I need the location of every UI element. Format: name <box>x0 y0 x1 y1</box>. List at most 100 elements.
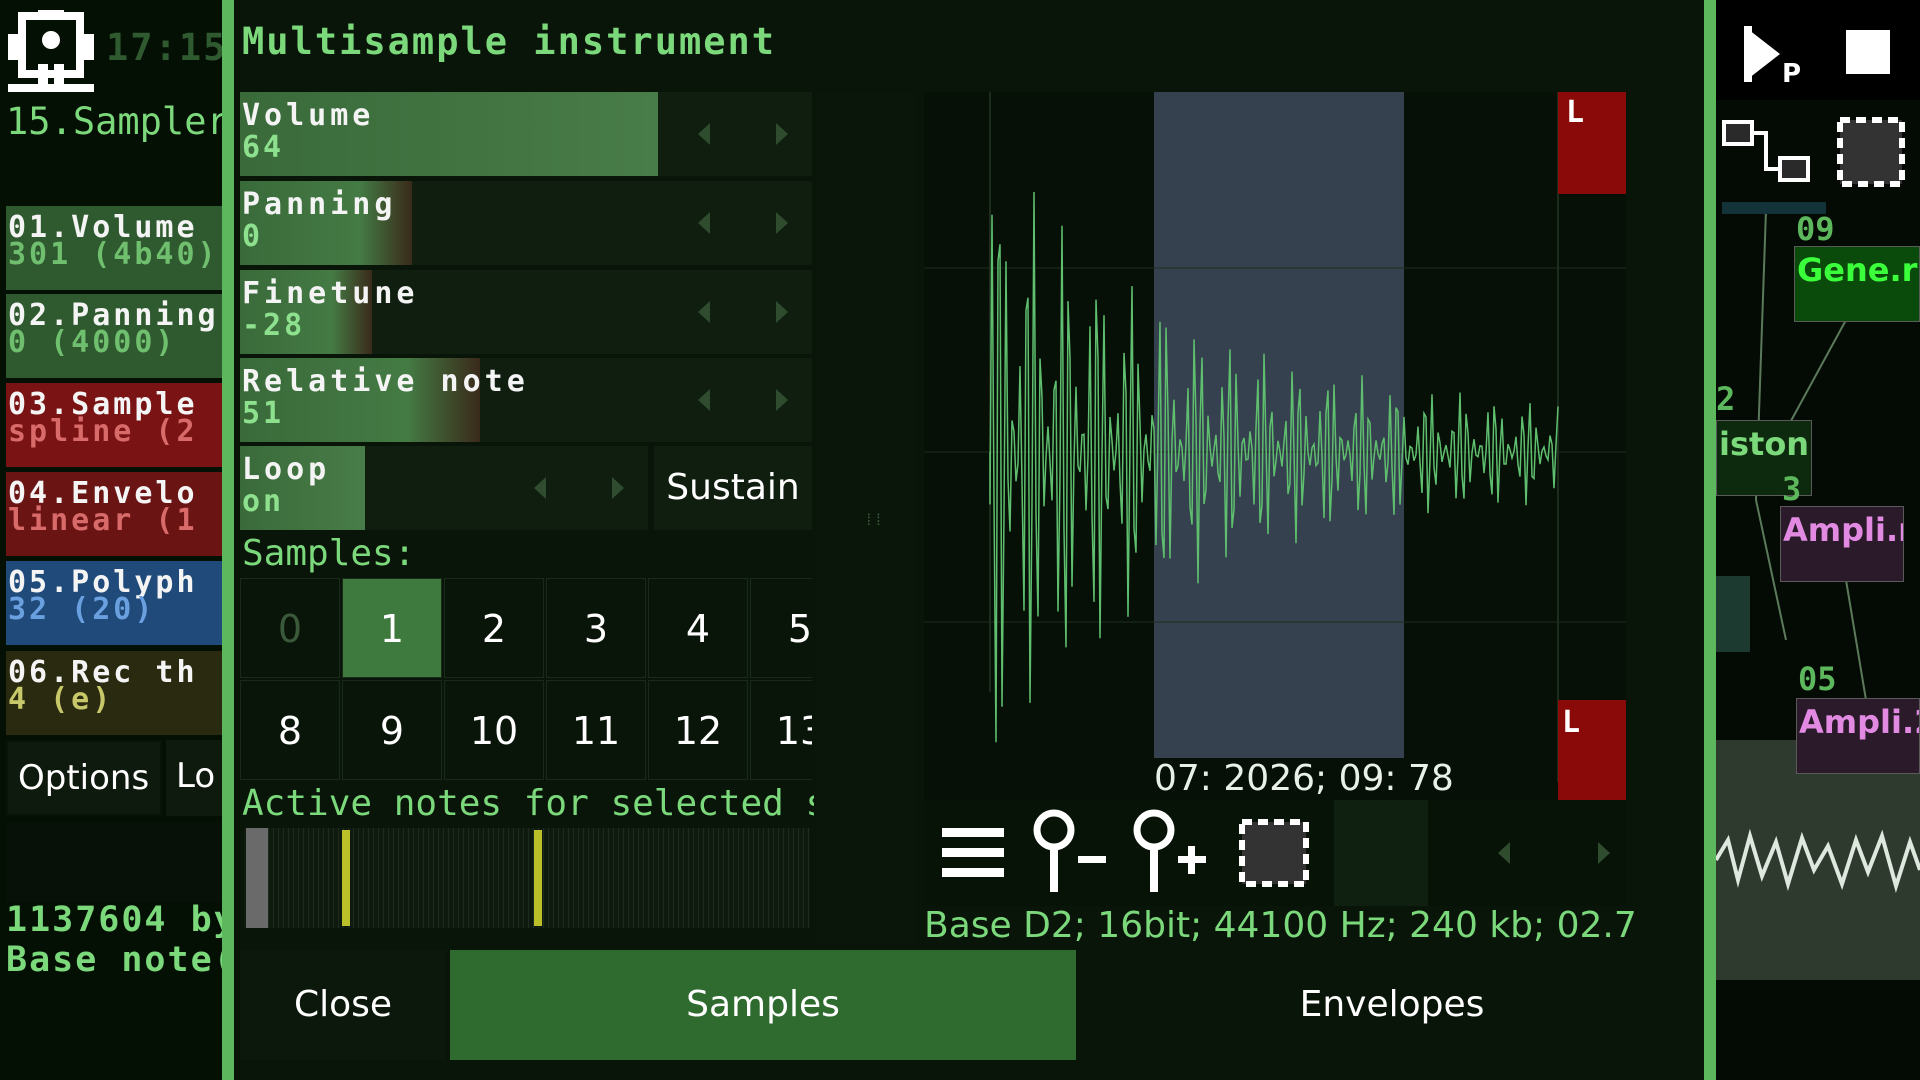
keyboard-scroll-marker <box>246 828 268 928</box>
increase-arrow-icon[interactable] <box>776 301 788 323</box>
zoom-in-icon[interactable] <box>1124 800 1224 906</box>
sample-grid: 0123458910111213 <box>240 578 812 782</box>
tab-samples[interactable]: Samples <box>450 950 1076 1060</box>
sample-info: Base D2; 16bit; 44100 Hz; 240 kb; 02.7 <box>924 905 1637 946</box>
param-value: 64 <box>242 130 285 165</box>
module-name[interactable]: 15.Sampler <box>6 100 222 143</box>
active-notes-keyboard[interactable] <box>244 828 810 928</box>
sample-slot[interactable]: 9 <box>342 680 442 780</box>
app-logo-icon[interactable] <box>8 10 94 94</box>
param-value: 0 <box>242 219 264 254</box>
module-info-size: 1137604 by <box>6 900 222 940</box>
zoom-out-icon[interactable] <box>1024 800 1124 906</box>
decrease-arrow-icon[interactable] <box>698 389 710 411</box>
param-value: -28 <box>242 308 306 343</box>
active-note-marker <box>534 830 542 926</box>
play-pattern-icon[interactable]: P <box>1740 20 1810 90</box>
module-node[interactable]: Ampli.r <box>1780 506 1904 582</box>
options-button[interactable]: Options <box>6 740 162 816</box>
controller-1[interactable]: 01.Volume 301 (4b40) <box>6 206 222 290</box>
dialog-title: Multisample instrument <box>242 20 777 63</box>
close-button[interactable]: Close <box>240 950 446 1060</box>
controller-value: 32 (20) <box>8 592 156 627</box>
sample-slot[interactable]: 0 <box>240 578 340 678</box>
param-label: Relative note <box>242 364 529 399</box>
controller-value: 0 (4000) <box>8 325 177 360</box>
param-label: Finetune <box>242 276 419 311</box>
controller-value: 4 (e) <box>8 682 114 717</box>
selection-readout: 07: 2026; 09: 78 <box>1154 758 1454 799</box>
loop-marker-bottom-label: L <box>1562 705 1580 740</box>
module-info-basenote: Base note(s <box>6 940 222 980</box>
active-note-marker <box>342 830 350 926</box>
sustain-button[interactable]: Sustain <box>654 446 812 530</box>
tab-envelopes[interactable]: Envelopes <box>1080 950 1704 1060</box>
relative-note-slider[interactable]: Relative note 51 <box>240 358 812 442</box>
sample-slot[interactable]: 13 <box>750 680 812 780</box>
loop-control[interactable]: Loop on <box>240 446 648 530</box>
loop-label: Loop <box>242 452 331 487</box>
active-notes-label: Active notes for selected sam <box>242 783 814 824</box>
node-label: Ampli.2 <box>1799 703 1919 741</box>
empty-slot <box>6 822 222 902</box>
node-label: Ampli.r <box>1783 511 1904 549</box>
loop-left-arrow-icon[interactable] <box>534 477 546 499</box>
sample-slot[interactable]: 5 <box>750 578 812 678</box>
controller-6[interactable]: 06.Rec th 4 (e) <box>6 651 222 735</box>
increase-arrow-icon[interactable] <box>776 123 788 145</box>
increase-arrow-icon[interactable] <box>776 212 788 234</box>
sample-slot[interactable]: 11 <box>546 680 646 780</box>
node-number: 3 <box>1782 470 1802 508</box>
controller-value: linear (1 <box>8 503 198 538</box>
sample-slot[interactable]: 8 <box>240 680 340 780</box>
loop-value: on <box>242 484 285 519</box>
multisample-dialog: Multisample instrument Volume 64 Panning 0 F… <box>234 0 1704 1080</box>
sample-slot[interactable]: 1 <box>342 578 442 678</box>
waveform-view[interactable]: L L <box>924 92 1626 802</box>
sample-slot[interactable]: 2 <box>444 578 544 678</box>
module-node[interactable]: Ampli.2 <box>1796 698 1920 774</box>
splitter-handle-icon[interactable]: ⁞⁞ <box>864 510 883 530</box>
sample-slot[interactable]: 10 <box>444 680 544 780</box>
controller-5[interactable]: 05.Polyph 32 (20) <box>6 561 222 645</box>
select-all-icon[interactable] <box>1224 800 1324 906</box>
toolbar-blank-button[interactable] <box>1334 800 1428 906</box>
decrease-arrow-icon[interactable] <box>698 212 710 234</box>
sample-slot[interactable]: 4 <box>648 578 748 678</box>
sample-slot[interactable]: 12 <box>648 680 748 780</box>
controller-2[interactable]: 02.Panning 0 (4000) <box>6 294 222 378</box>
controller-4[interactable]: 04.Envelo linear (1 <box>6 472 222 556</box>
stop-icon[interactable] <box>1846 30 1890 74</box>
panning-slider[interactable]: Panning 0 <box>240 181 812 265</box>
param-label: Panning <box>242 187 397 222</box>
left-divider <box>222 0 234 1080</box>
decrease-arrow-icon[interactable] <box>698 301 710 323</box>
sample-slot[interactable]: 3 <box>546 578 646 678</box>
increase-arrow-icon[interactable] <box>776 389 788 411</box>
param-value: 51 <box>242 396 285 431</box>
selection-region[interactable] <box>1154 92 1404 782</box>
loop-right-arrow-icon[interactable] <box>612 477 624 499</box>
link-modules-icon[interactable] <box>1722 118 1812 184</box>
node-number: 09 <box>1796 210 1835 248</box>
param-label: Volume <box>242 98 375 133</box>
volume-slider[interactable]: Volume 64 <box>240 92 812 176</box>
finetune-slider[interactable]: Finetune -28 <box>240 270 812 354</box>
select-modules-icon[interactable] <box>1836 116 1906 188</box>
controller-value: spline (2 <box>8 414 198 449</box>
waveform-toolbar <box>924 800 1626 906</box>
node-label: Gene.r <box>1797 251 1918 289</box>
right-divider <box>1704 0 1716 1080</box>
decrease-arrow-icon[interactable] <box>698 123 710 145</box>
controller-3[interactable]: 03.Sample spline (2 <box>6 383 222 467</box>
module-node[interactable]: Gene.r <box>1794 246 1920 322</box>
samples-label: Samples: <box>242 533 416 574</box>
module-side-panel: 17:15 15.Sampler 01.Volume 301 (4b40) 02.P… <box>0 0 222 1080</box>
next-arrow-icon[interactable] <box>1554 800 1654 906</box>
svg-text:P: P <box>1782 59 1801 89</box>
menu-icon[interactable] <box>924 800 1024 906</box>
controller-value: 301 (4b40) <box>8 237 219 272</box>
prev-arrow-icon[interactable] <box>1454 800 1554 906</box>
loop-marker-top-label: L <box>1566 95 1584 130</box>
load-button[interactable]: Lo <box>166 740 222 816</box>
